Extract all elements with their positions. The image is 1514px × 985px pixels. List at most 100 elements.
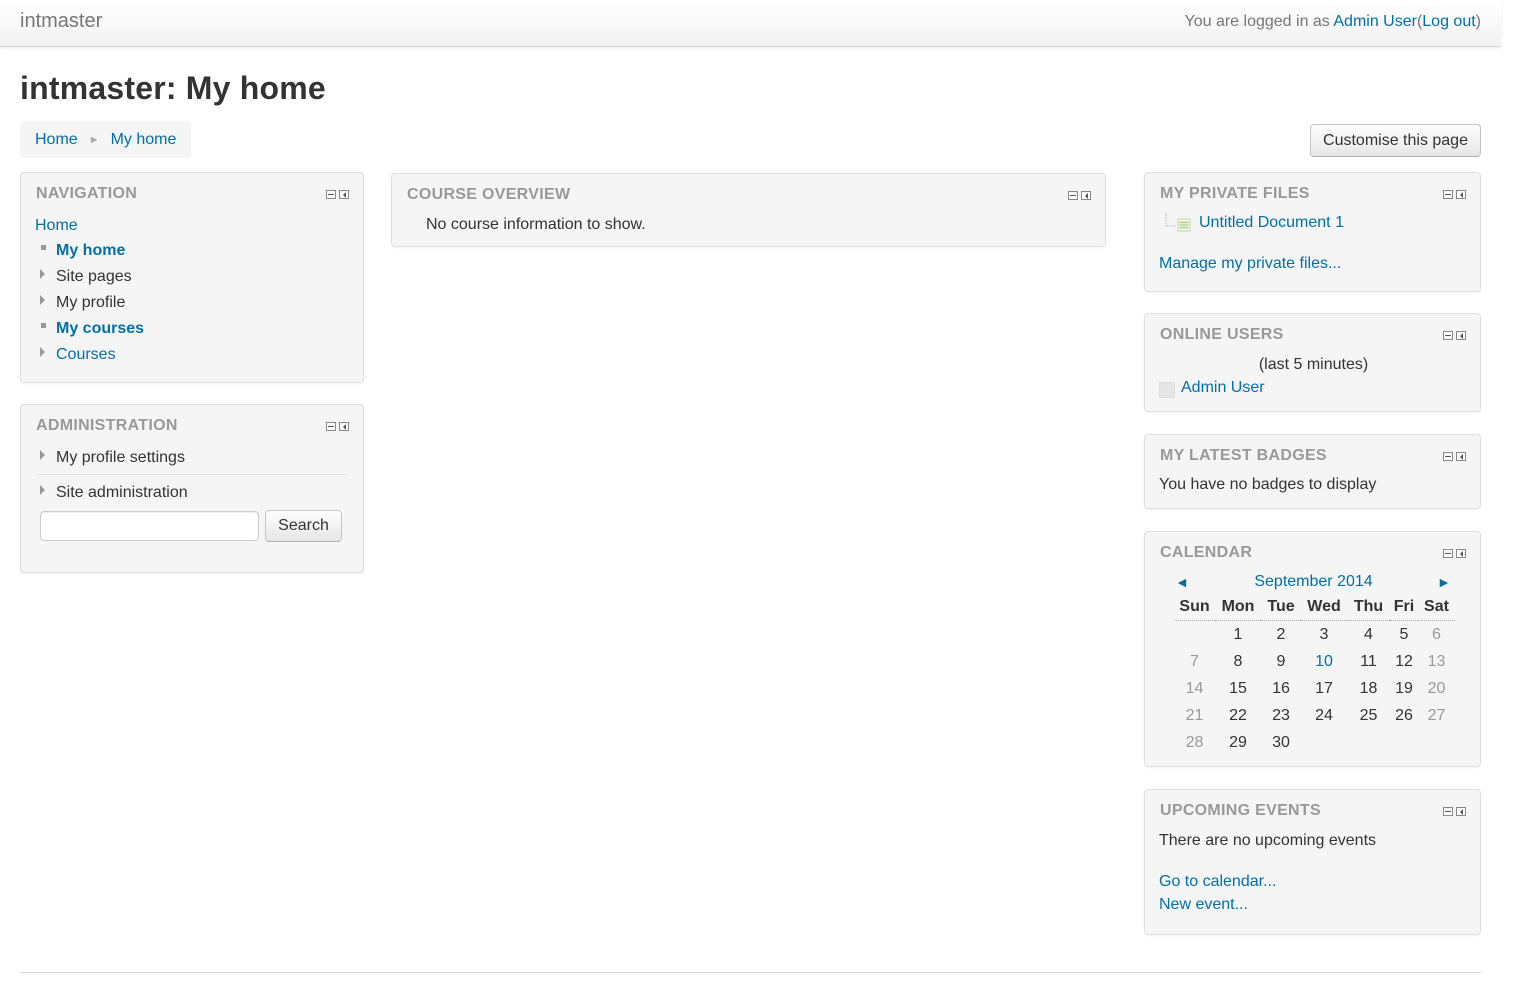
admin-search-button[interactable]: Search [265, 510, 342, 542]
weekday-header: Fri [1390, 594, 1418, 621]
hide-block-icon[interactable] [1443, 549, 1453, 558]
calendar-day: 4 [1364, 625, 1373, 643]
calendar-day: 24 [1315, 706, 1333, 724]
weekday-header: Tue [1261, 594, 1301, 621]
hide-block-icon[interactable] [1443, 331, 1453, 340]
breadcrumb-my-home[interactable]: My home [111, 131, 177, 149]
calendar-day: 1 [1233, 625, 1243, 643]
block-controls [1443, 190, 1466, 199]
calendar-day: 17 [1315, 679, 1333, 697]
hide-block-icon[interactable] [1443, 190, 1453, 199]
badges-message: You have no badges to display [1159, 476, 1377, 493]
nav-item-my-home[interactable]: My home [56, 242, 125, 260]
hide-block-icon[interactable] [1068, 191, 1078, 200]
divider [36, 474, 348, 475]
block-title: ONLINE USERS [1160, 326, 1284, 343]
breadcrumb-separator-icon: ► [88, 133, 100, 146]
block-controls [1443, 807, 1466, 816]
calendar-block: CALENDAR ◄ September 2014 ► Sun Mon Tue … [1144, 531, 1481, 767]
hide-block-icon[interactable] [326, 190, 336, 199]
calendar-week-row: 7 8 9 10 11 12 13 [1174, 648, 1455, 675]
nav-home-link[interactable]: Home [35, 217, 78, 235]
nav-item-courses[interactable]: Courses [56, 346, 116, 364]
calendar-week-row: 21 22 23 24 25 26 27 [1174, 702, 1455, 729]
login-prefix: You are logged in as [1184, 13, 1334, 30]
block-controls [1443, 452, 1466, 461]
manage-private-files-link[interactable]: Manage my private files... [1159, 255, 1341, 273]
calendar-month-link[interactable]: September 2014 [1145, 573, 1482, 591]
breadcrumb-home[interactable]: Home [35, 131, 78, 149]
block-controls [1443, 331, 1466, 340]
admin-item-site-administration[interactable]: Site administration [56, 484, 188, 502]
calendar-next-month-icon[interactable]: ► [1437, 574, 1451, 590]
calendar-day: 14 [1185, 679, 1204, 697]
dock-block-icon[interactable] [339, 190, 349, 199]
calendar-day: 27 [1427, 706, 1446, 724]
bullet-icon [41, 245, 46, 250]
calendar-week-row: 1 2 3 4 5 6 [1174, 621, 1455, 649]
nav-item-my-courses[interactable]: My courses [56, 320, 144, 338]
customise-page-button[interactable]: Customise this page [1310, 124, 1481, 157]
calendar-day: 25 [1359, 706, 1378, 724]
calendar-day: 19 [1395, 679, 1413, 697]
dock-block-icon[interactable] [1456, 190, 1466, 199]
hide-block-icon[interactable] [1443, 807, 1453, 816]
nav-item-site-pages[interactable]: Site pages [56, 268, 132, 286]
expand-arrow-icon[interactable] [40, 485, 45, 495]
weekday-header: Wed [1301, 594, 1347, 621]
hide-block-icon[interactable] [326, 422, 336, 431]
calendar-day: 3 [1319, 625, 1329, 643]
user-profile-link[interactable]: Admin User [1333, 13, 1417, 30]
calendar-day: 22 [1229, 706, 1247, 724]
dock-block-icon[interactable] [1081, 191, 1091, 200]
block-title: UPCOMING EVENTS [1160, 802, 1321, 819]
calendar-day: 20 [1427, 679, 1446, 697]
page-title: intmaster: My home [20, 70, 326, 106]
block-title: ADMINISTRATION [36, 417, 178, 434]
weekday-header: Thu [1347, 594, 1390, 621]
calendar-day: 29 [1229, 733, 1247, 751]
calendar-day: 9 [1276, 652, 1286, 670]
site-brand[interactable]: intmaster [20, 10, 102, 33]
new-event-link[interactable]: New event... [1159, 896, 1248, 914]
calendar-day: 15 [1229, 679, 1247, 697]
expand-arrow-icon[interactable] [40, 347, 45, 357]
block-title: MY PRIVATE FILES [1160, 185, 1310, 202]
administration-block: ADMINISTRATION My profile settings Site … [20, 404, 364, 573]
logout-link[interactable]: Log out [1422, 13, 1475, 30]
breadcrumb: Home ► My home [20, 121, 192, 158]
private-file-link[interactable]: Untitled Document 1 [1199, 214, 1344, 232]
expand-arrow-icon[interactable] [40, 450, 45, 460]
admin-search-input[interactable] [40, 511, 259, 541]
calendar-empty-cell [1174, 621, 1215, 649]
dock-block-icon[interactable] [1456, 807, 1466, 816]
weekday-header: Mon [1215, 594, 1261, 621]
hide-block-icon[interactable] [1443, 452, 1453, 461]
online-user-link[interactable]: Admin User [1181, 379, 1265, 397]
online-users-block: ONLINE USERS (last 5 minutes) Admin User [1144, 313, 1481, 412]
calendar-day: 8 [1233, 652, 1243, 670]
login-info: You are logged in as Admin User(Log out) [1185, 13, 1482, 31]
admin-item-my-profile-settings[interactable]: My profile settings [56, 449, 185, 467]
calendar-week-row: 14 15 16 17 18 19 20 [1174, 675, 1455, 702]
expand-arrow-icon[interactable] [40, 269, 45, 279]
calendar-day-event[interactable]: 10 [1301, 648, 1347, 675]
nav-item-my-profile[interactable]: My profile [56, 294, 125, 312]
calendar-day: 11 [1360, 652, 1377, 670]
course-overview-message: No course information to show. [426, 216, 646, 233]
bullet-icon [41, 323, 46, 328]
dock-block-icon[interactable] [1456, 331, 1466, 340]
user-avatar-icon [1159, 382, 1175, 398]
calendar-day: 16 [1272, 679, 1290, 697]
dock-block-icon[interactable] [1456, 452, 1466, 461]
block-controls [1068, 191, 1091, 200]
footer-divider [20, 972, 1481, 973]
go-to-calendar-link[interactable]: Go to calendar... [1159, 873, 1276, 891]
expand-arrow-icon[interactable] [40, 295, 45, 305]
calendar-week-row: 28 29 30 [1174, 729, 1455, 756]
dock-block-icon[interactable] [1456, 549, 1466, 558]
latest-badges-block: MY LATEST BADGES You have no badges to d… [1144, 434, 1481, 509]
calendar-empty-cell [1418, 729, 1455, 756]
course-overview-block: COURSE OVERVIEW No course information to… [391, 173, 1106, 247]
dock-block-icon[interactable] [339, 422, 349, 431]
